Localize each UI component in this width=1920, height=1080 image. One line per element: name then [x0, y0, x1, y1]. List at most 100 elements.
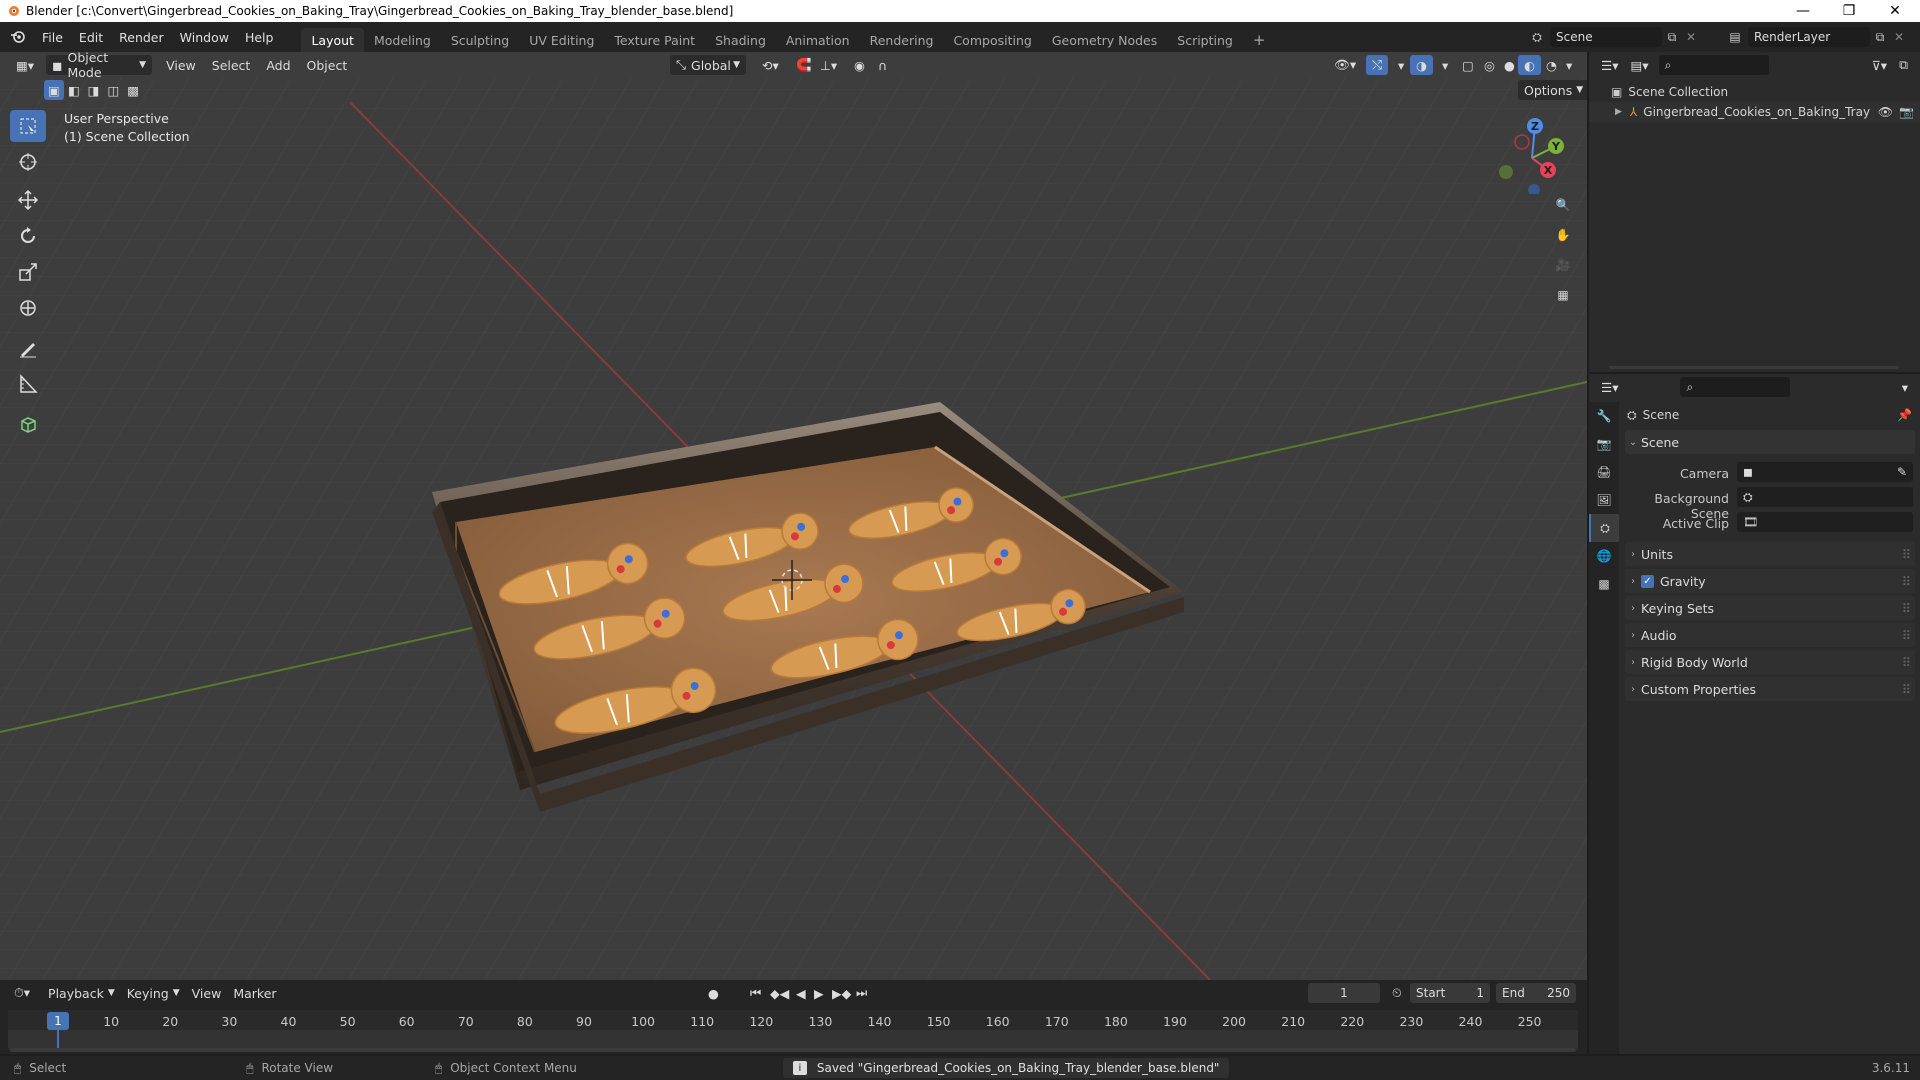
visibility-icon[interactable]: 👁▾ — [1328, 55, 1362, 75]
custom-properties-panel[interactable]: › Custom Properties ⠿ — [1625, 677, 1915, 701]
display-mode-icon[interactable]: ▤▾ — [1624, 55, 1654, 75]
gizmo-toggle-icon[interactable]: ⤭ — [1366, 55, 1389, 75]
eyedropper-icon[interactable]: ✎ — [1897, 465, 1907, 479]
blender-menu-icon[interactable] — [0, 22, 34, 52]
tab-modeling[interactable]: Modeling — [364, 28, 441, 52]
tab-geometry-nodes[interactable]: Geometry Nodes — [1042, 28, 1167, 52]
tab-texture-paint[interactable]: Texture Paint — [604, 28, 705, 52]
tab-rendering[interactable]: Rendering — [860, 28, 944, 52]
menu-file[interactable]: File — [34, 22, 71, 52]
restore-button[interactable]: ❐ — [1826, 0, 1872, 22]
eye-icon[interactable]: 👁 — [1878, 105, 1893, 119]
delete-view-layer-icon[interactable]: ✕ — [1890, 30, 1908, 44]
timeline-scrollbar[interactable] — [10, 1048, 1576, 1052]
xray-icon[interactable]: ▢ — [1456, 55, 1480, 75]
background-scene-field[interactable]: ⛭ — [1737, 487, 1913, 507]
world-tab-icon[interactable]: 🌐 — [1589, 542, 1619, 570]
proportional-edit-icon[interactable]: ◉ — [848, 55, 871, 75]
menu-select[interactable]: Select — [206, 55, 257, 75]
start-frame-field[interactable]: Start 1 — [1410, 983, 1490, 1003]
render-tab-icon[interactable]: 📷 — [1589, 430, 1619, 458]
overlays-icon[interactable]: ◑ — [1410, 55, 1433, 75]
record-icon[interactable]: ● — [702, 983, 725, 1003]
add-workspace-icon[interactable]: + — [1243, 28, 1276, 52]
zoom-icon[interactable]: 🔍 — [1550, 192, 1576, 218]
audio-panel[interactable]: › Audio ⠿ — [1625, 623, 1915, 647]
menu-render[interactable]: Render — [111, 22, 172, 52]
chevron-down-icon[interactable]: ▾ — [1896, 377, 1914, 397]
delete-scene-icon[interactable]: ✕ — [1682, 30, 1700, 44]
options-dropdown[interactable]: Options ▼ — [1518, 80, 1587, 100]
outliner-scene-collection[interactable]: ▣ Scene Collection — [1589, 82, 1920, 102]
mode-dropdown[interactable]: ◼ Object Mode ▼ — [46, 52, 153, 80]
scene-tab-icon[interactable]: ⛭ — [1589, 514, 1619, 542]
outliner-item[interactable]: ▶ ⅄ Gingerbread_Cookies_on_Baking_Tray 👁… — [1589, 102, 1920, 122]
drag-handle-icon[interactable]: ⠿ — [1902, 574, 1911, 589]
view-layer-selector[interactable]: ▤ RenderLayer ⧉ ✕ — [1722, 27, 1908, 47]
rotate-tool-icon[interactable] — [10, 220, 46, 252]
select-box-tool-icon[interactable] — [10, 110, 46, 142]
chevron-down-icon[interactable]: ▾ — [1436, 55, 1454, 75]
properties-search-input[interactable]: ⌕ — [1680, 377, 1791, 397]
add-cube-tool-icon[interactable] — [10, 408, 46, 440]
chevron-down-icon[interactable]: ▾ — [1392, 55, 1410, 75]
select-invert-icon[interactable]: ◫ — [103, 80, 123, 100]
view-layer-field[interactable]: RenderLayer — [1748, 27, 1870, 47]
camera-field[interactable]: ◼ ✎ — [1737, 462, 1913, 482]
playhead[interactable]: 1 — [47, 1012, 69, 1030]
material-preview-icon[interactable]: ◐ — [1518, 55, 1541, 75]
select-subtract-icon[interactable]: ◨ — [84, 80, 104, 100]
measure-tool-icon[interactable] — [10, 368, 46, 400]
expand-arrow-icon[interactable]: ▶ — [1615, 107, 1622, 117]
tab-scripting[interactable]: Scripting — [1167, 28, 1243, 52]
cursor-tool-icon[interactable] — [10, 146, 46, 178]
falloff-icon[interactable]: ∩ — [872, 55, 893, 75]
drag-handle-icon[interactable]: ⠿ — [1902, 628, 1911, 643]
outliner-search-input[interactable]: ⌕ — [1658, 55, 1769, 75]
view-layer-tab-icon[interactable]: 🖼 — [1589, 486, 1619, 514]
pan-hand-icon[interactable]: ✋ — [1550, 222, 1576, 248]
scene-panel-header[interactable]: ⌄ Scene — [1625, 430, 1915, 454]
scene-selector[interactable]: ⛭ Scene ⧉ ✕ — [1524, 27, 1700, 47]
editor-type-icon[interactable]: ☰▾ — [1595, 377, 1624, 397]
tab-uv-editing[interactable]: UV Editing — [519, 28, 604, 52]
close-window-button[interactable]: ✕ — [1872, 0, 1918, 22]
menu-view[interactable]: View — [160, 55, 202, 75]
tab-sculpting[interactable]: Sculpting — [441, 28, 519, 52]
move-tool-icon[interactable] — [10, 184, 46, 216]
editor-type-icon[interactable]: ▦▾ — [10, 55, 40, 75]
chevron-down-icon[interactable]: ▾ — [1560, 55, 1578, 75]
editor-type-icon[interactable]: ☰▾ — [1595, 55, 1624, 75]
current-frame-field[interactable]: 1 — [1308, 983, 1380, 1003]
new-view-layer-icon[interactable]: ⧉ — [1870, 30, 1890, 45]
menu-object[interactable]: Object — [301, 55, 354, 75]
filter-icon[interactable]: ⊽▾ — [1866, 55, 1893, 75]
texture-tab-icon[interactable]: ▩ — [1589, 570, 1619, 598]
neg-z-axis-icon[interactable] — [1528, 184, 1540, 194]
drag-handle-icon[interactable]: ⠿ — [1902, 547, 1911, 562]
neg-x-axis-icon[interactable] — [1514, 134, 1530, 150]
end-frame-field[interactable]: End 250 — [1496, 983, 1576, 1003]
pivot-point-icon[interactable]: ⟲▾ — [756, 55, 785, 75]
minimize-button[interactable]: — — [1780, 0, 1826, 22]
gravity-panel[interactable]: › ✓ Gravity ⠿ — [1625, 569, 1915, 593]
tab-layout[interactable]: Layout — [301, 28, 364, 52]
menu-add[interactable]: Add — [260, 55, 296, 75]
output-tab-icon[interactable]: 🖨 — [1589, 458, 1619, 486]
active-clip-field[interactable]: 🎞 — [1737, 512, 1913, 532]
annotate-tool-icon[interactable] — [10, 332, 46, 364]
keying-sets-panel[interactable]: › Keying Sets ⠿ — [1625, 596, 1915, 620]
new-scene-icon[interactable]: ⧉ — [1662, 30, 1682, 45]
camera-view-icon[interactable]: 🎥 — [1550, 252, 1576, 278]
transform-orientation-dropdown[interactable]: ⤡ Global ▼ — [670, 55, 746, 75]
navigation-gizmo[interactable]: Z Y X — [1490, 114, 1570, 194]
3d-viewport[interactable]: ▦▾ ◼ Object Mode ▼ View Select Add Objec… — [0, 52, 1587, 980]
camera-render-icon[interactable]: 📷 — [1899, 105, 1914, 119]
menu-marker[interactable]: Marker — [227, 983, 282, 1003]
editor-type-icon[interactable]: ⏱▾ — [8, 983, 36, 1003]
pin-icon[interactable]: 📌 — [1897, 408, 1912, 422]
gravity-checkbox[interactable]: ✓ — [1641, 574, 1654, 588]
select-new-icon[interactable]: ▣ — [44, 80, 64, 100]
tab-shading[interactable]: Shading — [705, 28, 776, 52]
drag-handle-icon[interactable]: ⠿ — [1902, 655, 1911, 670]
